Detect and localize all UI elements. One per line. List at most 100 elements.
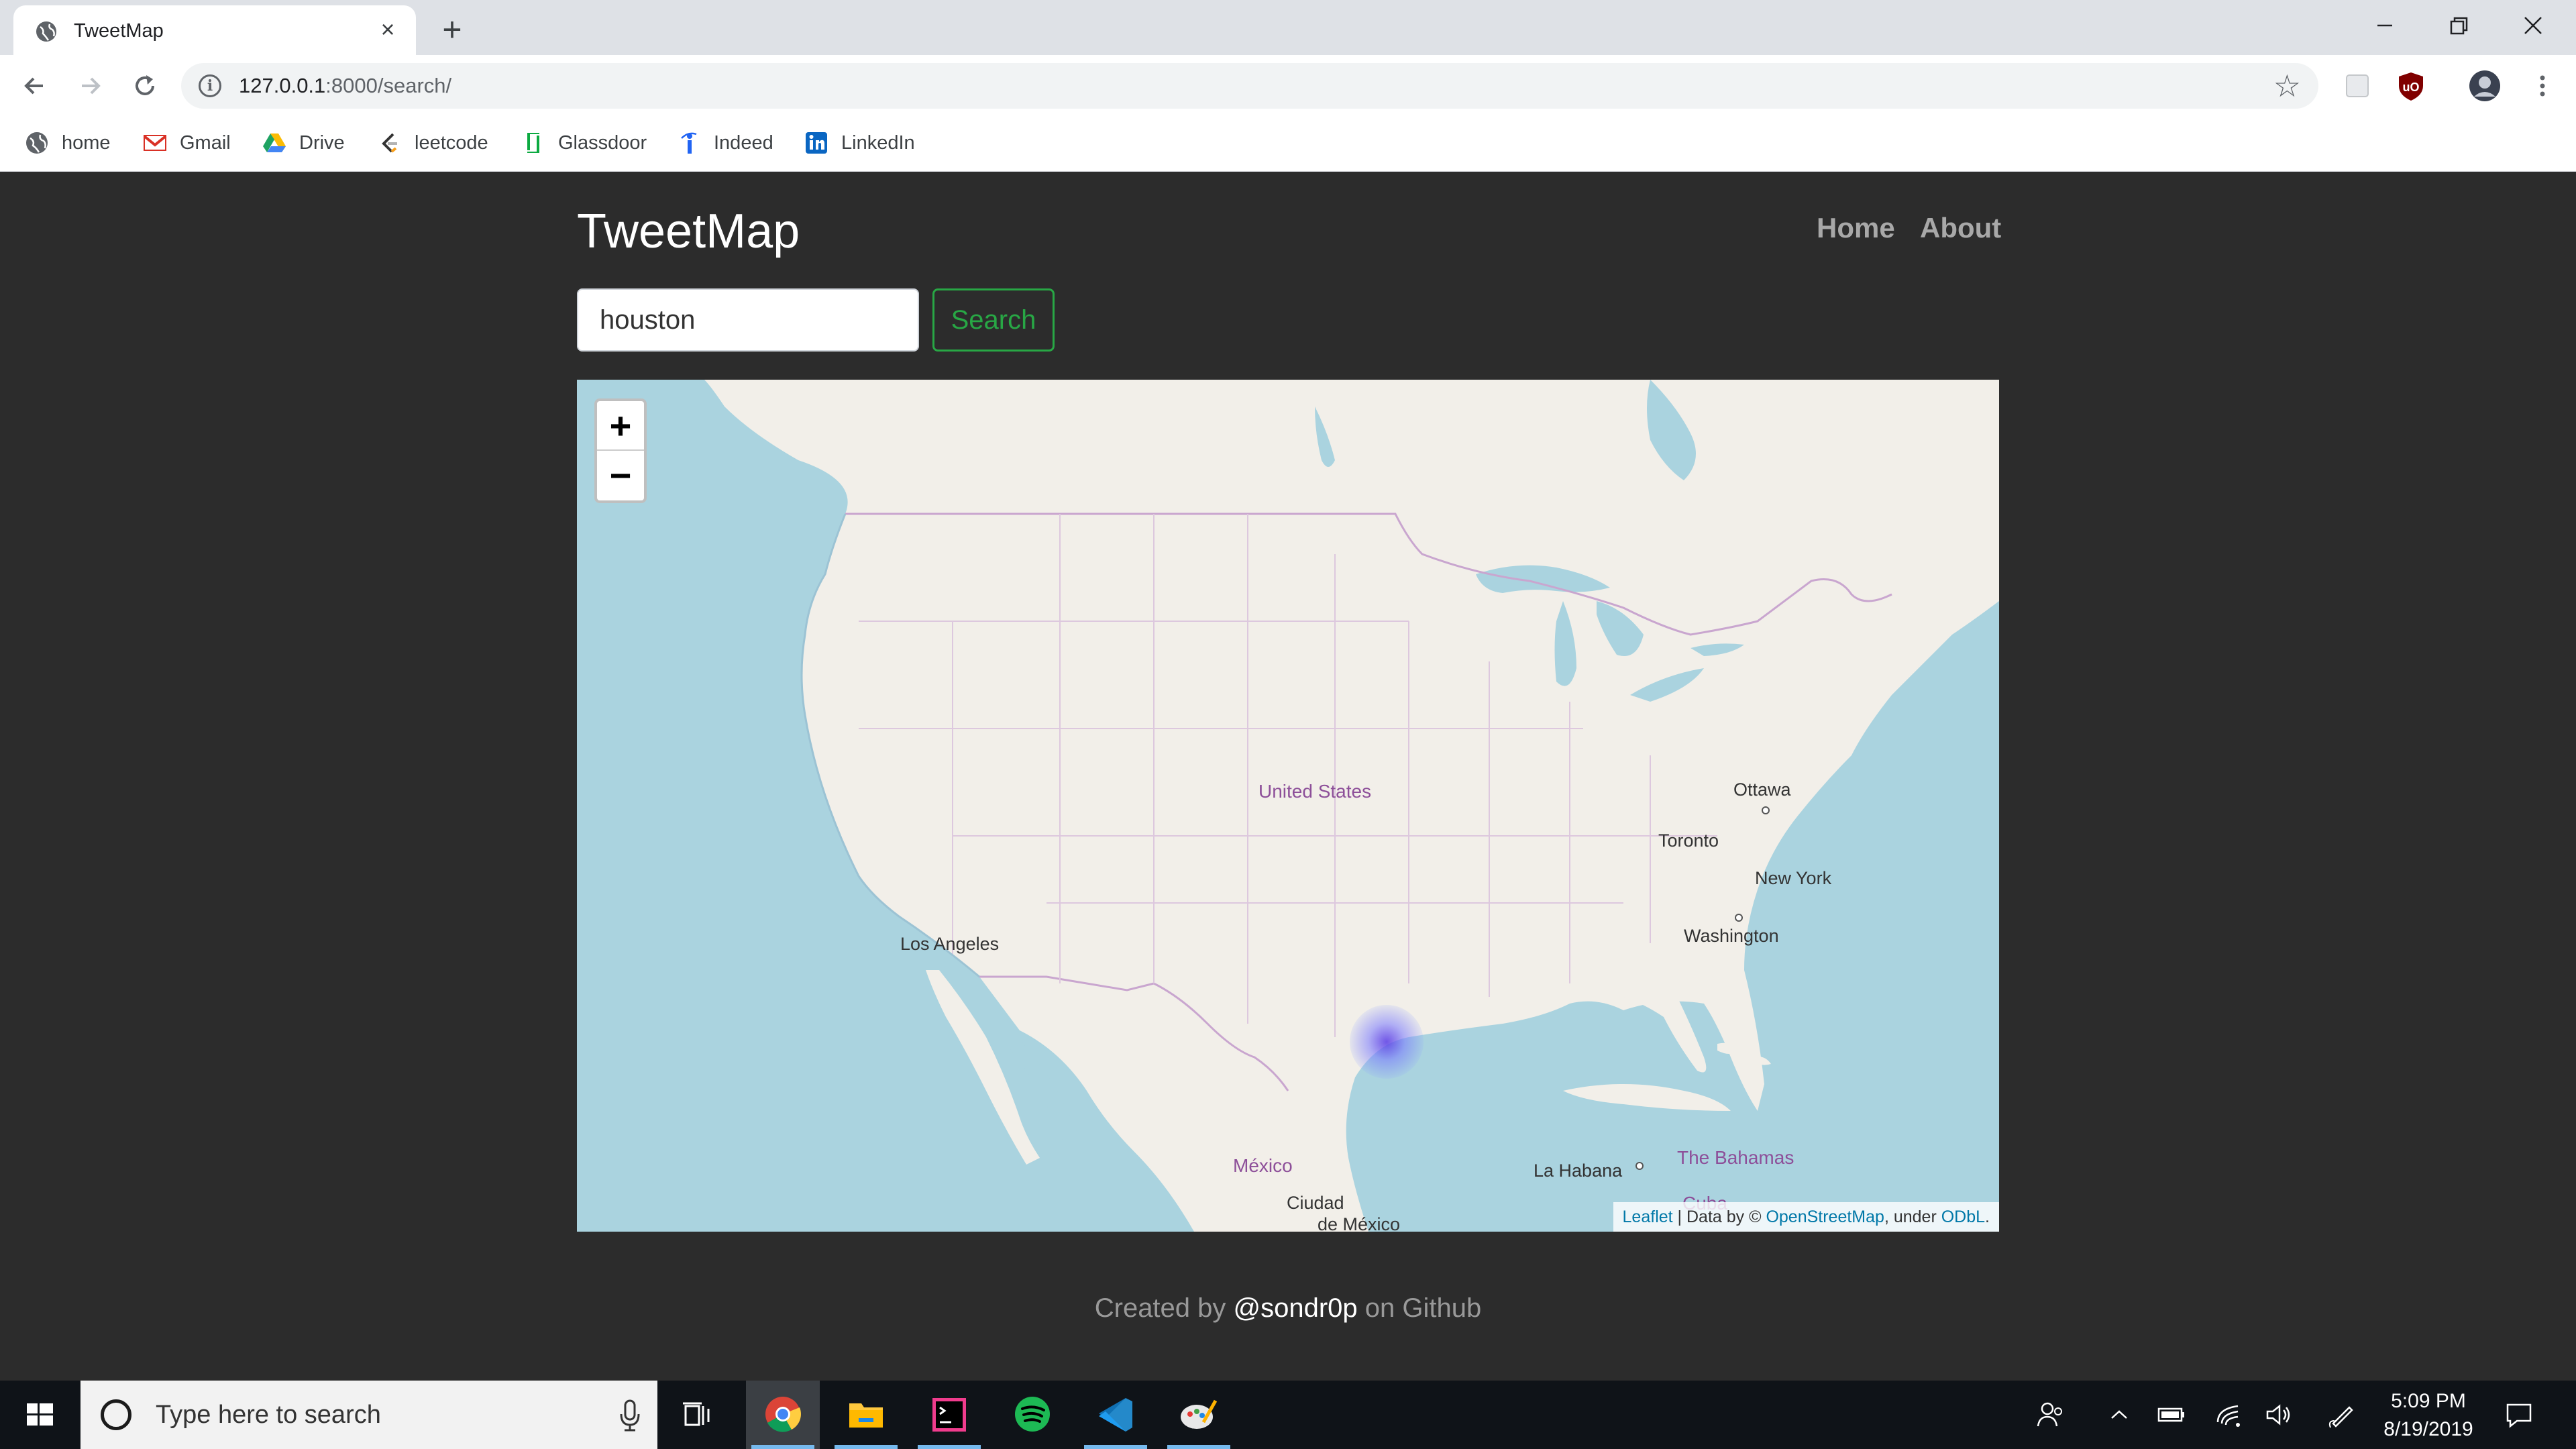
new-tab-button[interactable]: + (433, 11, 471, 48)
page-content: TweetMap Home About Search (0, 172, 2576, 1381)
map-label-de-mexico: de México (1318, 1214, 1401, 1232)
bookmark-drive[interactable]: Drive (262, 126, 345, 160)
search-input[interactable] (577, 288, 919, 352)
bookmark-star-icon[interactable]: ☆ (2273, 70, 2301, 102)
footer-suffix: on Github (1357, 1293, 1482, 1323)
map-label-united-states: United States (1258, 781, 1372, 802)
close-tab-icon[interactable]: × (374, 16, 401, 43)
odbl-link[interactable]: ODbL (1941, 1208, 1985, 1226)
back-button[interactable] (16, 67, 54, 105)
chrome-menu-icon[interactable] (2536, 67, 2549, 105)
browser-tab[interactable]: TweetMap × (13, 5, 416, 55)
profile-avatar-icon[interactable] (2467, 68, 2502, 103)
nav-link-about[interactable]: About (1920, 212, 2001, 244)
system-clock[interactable]: 5:09 PM 8/19/2019 (2368, 1387, 2489, 1444)
browser-tab-bar: TweetMap × + (0, 0, 2576, 55)
north-america-land (577, 380, 1999, 1232)
running-app-indicator (835, 1445, 898, 1449)
cortana-icon (101, 1399, 131, 1430)
github-handle-link[interactable]: @sondr0p (1234, 1293, 1358, 1323)
cuba (1563, 1084, 1731, 1111)
people-icon[interactable] (2034, 1398, 2068, 1432)
taskbar-jetbrains[interactable] (912, 1381, 986, 1449)
attribution-under: , under (1884, 1208, 1941, 1226)
running-app-indicator (918, 1445, 981, 1449)
windows-logo-icon (27, 1403, 53, 1426)
linkedin-icon (806, 132, 827, 154)
taskbar-spotify[interactable] (996, 1381, 1069, 1449)
zoom-in-button[interactable]: + (597, 401, 644, 451)
search-button[interactable]: Search (932, 288, 1055, 352)
taskbar-file-explorer[interactable] (829, 1381, 903, 1449)
task-view-icon (683, 1402, 710, 1426)
minimize-icon (2377, 24, 2392, 27)
taskbar-vscode[interactable] (1079, 1381, 1152, 1449)
folder-icon (849, 1403, 883, 1428)
taskbar-paint[interactable] (1162, 1381, 1236, 1449)
taskbar-chrome[interactable] (746, 1381, 820, 1449)
gmail-icon (143, 135, 167, 151)
attribution-sep: | Data by © (1672, 1208, 1766, 1226)
terminal-icon (932, 1398, 966, 1432)
running-app-indicator (1084, 1445, 1147, 1449)
footer: Created by @sondr0p on Github (0, 1293, 2576, 1324)
notification-center-icon[interactable] (2502, 1398, 2536, 1432)
reload-button[interactable] (126, 67, 164, 105)
osm-link[interactable]: OpenStreetMap (1766, 1208, 1884, 1226)
footer-prefix: Created by (1094, 1293, 1234, 1323)
map-label-toronto: Toronto (1658, 830, 1719, 851)
leetcode-icon (382, 133, 397, 153)
address-bar[interactable]: i 127.0.0.1:8000/search/ ☆ (181, 63, 2318, 109)
map-tiles (577, 380, 1999, 1232)
map-label-washington: Washington (1684, 926, 1779, 946)
map-label-mexico: México (1233, 1155, 1293, 1176)
bookmark-home[interactable]: home (24, 126, 111, 160)
city-dot-washington (1735, 914, 1743, 922)
pen-workspace-icon[interactable] (2325, 1398, 2359, 1432)
map-view[interactable]: United States Ottawa Toronto New York Wa… (577, 380, 1999, 1232)
nav-link-home[interactable]: Home (1817, 212, 1895, 244)
start-button[interactable] (0, 1381, 80, 1449)
minimize-button[interactable] (2348, 0, 2422, 55)
forward-button[interactable] (71, 67, 109, 105)
bookmark-label: LinkedIn (841, 131, 915, 154)
leaflet-link[interactable]: Leaflet (1623, 1208, 1673, 1226)
running-app-indicator (1167, 1445, 1230, 1449)
close-window-button[interactable] (2496, 0, 2569, 55)
site-brand[interactable]: TweetMap (577, 204, 800, 259)
map-label-new-york: New York (1755, 868, 1832, 888)
svg-text:uO: uO (2403, 80, 2420, 94)
glassdoor-icon (527, 133, 539, 153)
drive-icon (263, 133, 286, 152)
wifi-icon[interactable] (2212, 1398, 2246, 1432)
zoom-control: + − (594, 398, 647, 503)
task-view-button[interactable] (660, 1381, 734, 1449)
map-label-bahamas: The Bahamas (1677, 1147, 1794, 1168)
bookmark-label: Gmail (180, 131, 231, 154)
bookmark-gmail[interactable]: Gmail (142, 126, 231, 160)
bookmark-glassdoor[interactable]: Glassdoor (521, 126, 647, 160)
tweet-heat-spot (1350, 1005, 1424, 1079)
reload-icon (136, 75, 154, 95)
extension-blank-icon[interactable] (2340, 68, 2375, 103)
city-dot-la-habana (1635, 1162, 1644, 1170)
bookmark-linkedin[interactable]: LinkedIn (804, 126, 915, 160)
restore-button[interactable] (2422, 0, 2496, 55)
paint-icon (1181, 1399, 1218, 1429)
info-icon[interactable]: i (199, 74, 221, 97)
bookmark-indeed[interactable]: Indeed (676, 126, 773, 160)
spotify-icon (1015, 1397, 1050, 1432)
microphone-icon[interactable] (619, 1398, 641, 1433)
battery-icon[interactable] (2155, 1398, 2188, 1432)
chevron-up-icon[interactable] (2102, 1398, 2136, 1432)
map-attribution: Leaflet | Data by © OpenStreetMap, under… (1613, 1202, 1999, 1232)
url-text: 127.0.0.1:8000/search/ (239, 74, 451, 98)
url-path: :8000/search/ (325, 74, 452, 97)
globe-icon (26, 132, 48, 154)
taskbar-search-box[interactable]: Type here to search (80, 1381, 657, 1449)
bookmark-leetcode[interactable]: leetcode (377, 126, 488, 160)
zoom-out-button[interactable]: − (597, 451, 644, 500)
volume-icon[interactable] (2262, 1398, 2296, 1432)
clock-time: 5:09 PM (2391, 1390, 2466, 1412)
ublock-icon[interactable]: uO (2394, 68, 2428, 103)
